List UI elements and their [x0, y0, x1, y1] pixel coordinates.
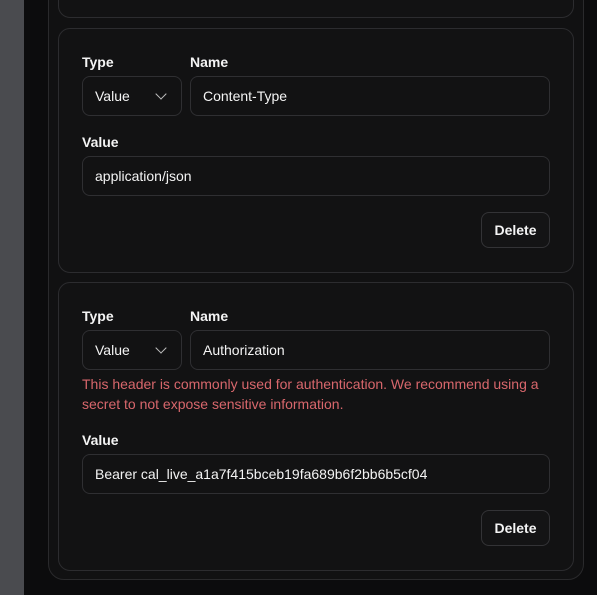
- value-label: Value: [82, 134, 119, 150]
- delete-button[interactable]: Delete: [481, 212, 550, 248]
- auth-warning-text: This header is commonly used for authent…: [82, 376, 539, 412]
- type-select-value: Value: [95, 88, 130, 104]
- type-select[interactable]: Value: [82, 76, 182, 116]
- chevron-down-icon: [155, 342, 167, 354]
- type-select[interactable]: Value: [82, 330, 182, 370]
- header-value-text: Bearer cal_live_a1a7f415bceb19fa689b6f2b…: [95, 466, 428, 482]
- header-name-input[interactable]: Content-Type: [190, 76, 550, 116]
- type-select-value: Value: [95, 342, 130, 358]
- chevron-down-icon: [155, 88, 167, 100]
- type-label: Type: [82, 54, 114, 70]
- header-name-input[interactable]: Authorization: [190, 330, 550, 370]
- type-label: Type: [82, 308, 114, 324]
- header-value-text: application/json: [95, 168, 192, 184]
- value-label: Value: [82, 432, 119, 448]
- header-card-previous: [58, 0, 574, 18]
- header-name-value: Content-Type: [203, 88, 288, 104]
- name-label: Name: [190, 308, 229, 324]
- side-rail: [0, 0, 24, 595]
- name-label: Name: [190, 54, 229, 70]
- header-value-input[interactable]: Bearer cal_live_a1a7f415bceb19fa689b6f2b…: [82, 454, 550, 494]
- header-value-input[interactable]: application/json: [82, 156, 550, 196]
- delete-button[interactable]: Delete: [481, 510, 550, 546]
- header-name-value: Authorization: [203, 342, 285, 358]
